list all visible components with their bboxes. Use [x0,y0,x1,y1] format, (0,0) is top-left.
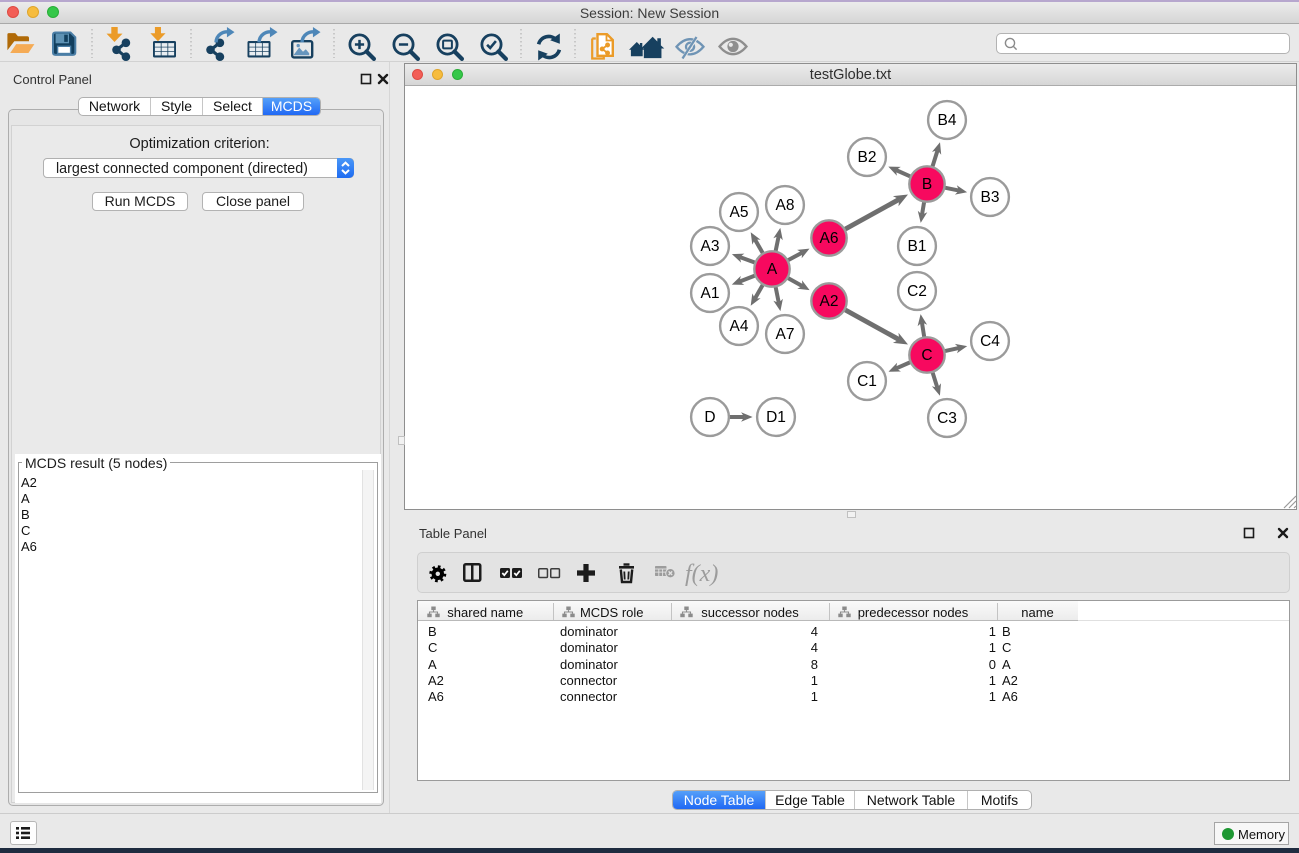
svg-text:C: C [921,347,932,364]
svg-text:B1: B1 [908,238,927,255]
svg-text:C4: C4 [980,333,1000,350]
svg-text:A2: A2 [820,293,839,310]
svg-text:B4: B4 [938,112,957,129]
svg-text:D: D [704,409,715,426]
svg-text:A6: A6 [820,230,839,247]
svg-text:C2: C2 [907,283,927,300]
svg-text:A7: A7 [776,326,795,343]
svg-text:D1: D1 [766,409,786,426]
svg-text:B: B [922,176,932,193]
svg-text:A5: A5 [730,204,749,221]
svg-text:A3: A3 [701,238,720,255]
svg-text:A1: A1 [701,285,720,302]
svg-text:B3: B3 [981,189,1000,206]
svg-text:A: A [767,261,778,278]
svg-text:C1: C1 [857,373,877,390]
svg-text:A8: A8 [776,197,795,214]
svg-text:f(x): f(x) [685,561,718,587]
svg-text:A4: A4 [730,318,749,335]
svg-text:C3: C3 [937,410,957,427]
svg-text:B2: B2 [858,149,877,166]
